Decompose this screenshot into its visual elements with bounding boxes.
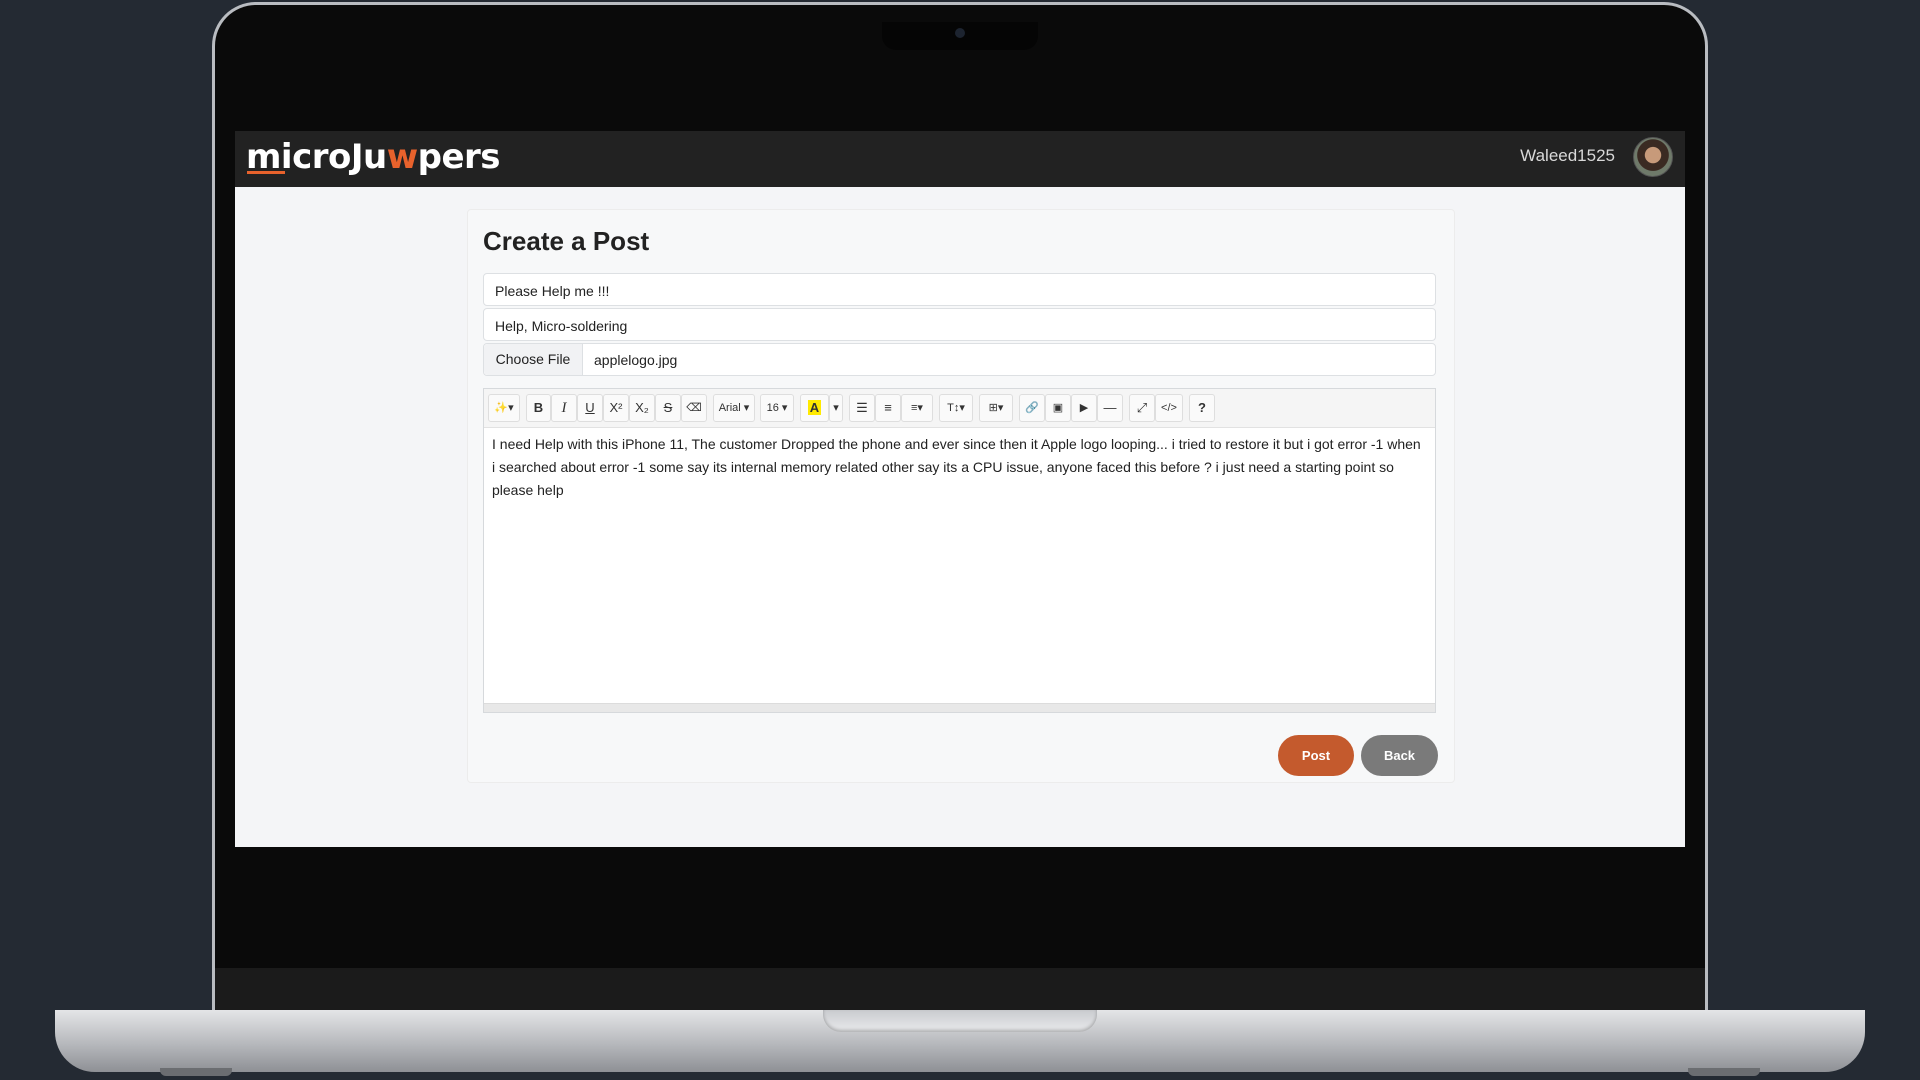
page-title: Create a Post xyxy=(483,226,650,256)
ordered-list-icon[interactable]: ≡ xyxy=(875,394,901,422)
horizontal-rule-icon[interactable]: — xyxy=(1097,394,1123,422)
logo-text-end: pers xyxy=(417,137,501,177)
underline-button[interactable]: U xyxy=(577,394,603,422)
post-button[interactable]: Post xyxy=(1278,735,1354,776)
magic-style-icon[interactable]: ✨▾ xyxy=(488,394,520,422)
avatar[interactable] xyxy=(1633,137,1673,177)
bold-button[interactable]: B xyxy=(526,394,551,422)
line-height-dropdown[interactable]: T↕▾ xyxy=(939,394,973,422)
text-color-icon: A xyxy=(807,400,822,415)
subscript-button[interactable]: X₂ xyxy=(629,394,655,422)
back-button[interactable]: Back xyxy=(1361,735,1438,776)
image-icon[interactable]: ▣ xyxy=(1045,394,1071,422)
help-icon[interactable]: ? xyxy=(1189,394,1215,422)
code-view-icon[interactable]: </> xyxy=(1155,394,1183,422)
video-icon[interactable]: ▶ xyxy=(1071,394,1097,422)
link-icon[interactable]: 🔗 xyxy=(1019,394,1045,422)
fullscreen-icon[interactable]: ⤢ xyxy=(1129,394,1155,422)
table-dropdown[interactable]: ⊞▾ xyxy=(979,394,1013,422)
editor-resize-bar[interactable] xyxy=(484,703,1435,712)
font-family-dropdown[interactable]: Arial ▾ xyxy=(713,394,755,422)
italic-button[interactable]: I xyxy=(551,394,577,422)
font-size-dropdown[interactable]: 16 ▾ xyxy=(760,394,794,422)
camera-icon xyxy=(955,28,965,38)
navbar: microJuwpers Waleed1525 xyxy=(235,131,1685,187)
file-input[interactable]: Choose File applelogo.jpg xyxy=(483,343,1436,376)
text-color-dropdown[interactable]: ▾ xyxy=(829,394,843,422)
username[interactable]: Waleed1525 xyxy=(1520,146,1615,166)
rich-text-editor: ✨▾ B I U X² X₂ S ⌫ Arial ▾ 16 ▾ A ▾ ☰ ≡ … xyxy=(483,388,1436,713)
laptop-bezel-bottom xyxy=(215,968,1705,1010)
create-post-card: Create a Post Please Help me !!! Help, M… xyxy=(467,209,1455,783)
superscript-button[interactable]: X² xyxy=(603,394,629,422)
file-name: applelogo.jpg xyxy=(594,352,678,368)
post-title-input[interactable]: Please Help me !!! xyxy=(483,273,1436,306)
post-body-textarea[interactable]: I need Help with this iPhone 11, The cus… xyxy=(492,433,1427,502)
strikethrough-button[interactable]: S xyxy=(655,394,681,422)
post-tags-input[interactable]: Help, Micro-soldering xyxy=(483,308,1436,341)
app-screen: microJuwpers Waleed1525 Create a Post Pl… xyxy=(235,131,1685,847)
choose-file-button[interactable]: Choose File xyxy=(484,344,583,375)
logo-accent: w xyxy=(386,137,418,177)
laptop-foot xyxy=(160,1068,232,1076)
text-color-button[interactable]: A xyxy=(800,394,829,422)
laptop-base-notch xyxy=(823,1010,1097,1032)
paragraph-align-dropdown[interactable]: ≡▾ xyxy=(901,394,933,422)
logo-underline xyxy=(247,171,285,174)
laptop-foot xyxy=(1688,1068,1760,1076)
editor-toolbar: ✨▾ B I U X² X₂ S ⌫ Arial ▾ 16 ▾ A ▾ ☰ ≡ … xyxy=(484,389,1435,428)
eraser-icon[interactable]: ⌫ xyxy=(681,394,707,422)
unordered-list-icon[interactable]: ☰ xyxy=(849,394,875,422)
